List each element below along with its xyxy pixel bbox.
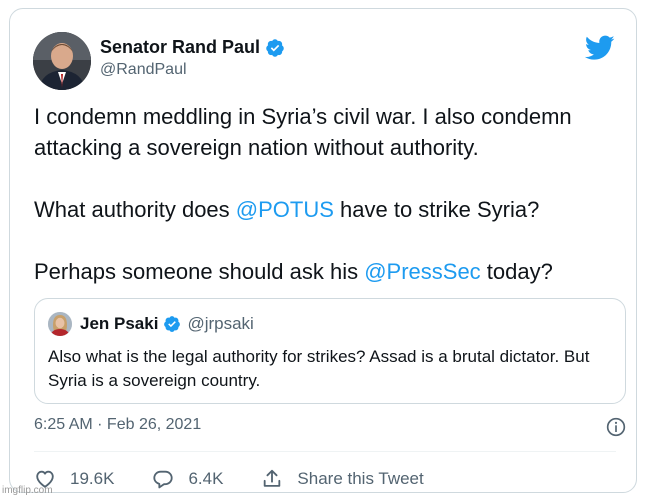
quoted-author-avatar (48, 312, 72, 336)
author-avatar[interactable] (33, 32, 91, 90)
actions-divider (34, 451, 616, 452)
quoted-text-body: Also what is the legal authority for str… (48, 347, 590, 390)
author-name-row: Senator Rand Paul (100, 37, 285, 58)
info-icon[interactable] (606, 417, 626, 437)
reply-count: 6.4K (188, 469, 224, 488)
tweet-paragraph-3: Perhaps someone should ask his @PressSec… (34, 256, 634, 287)
tweet-paragraph-2: What authority does @POTUS have to strik… (34, 194, 634, 225)
twitter-bird-icon[interactable] (585, 35, 615, 61)
reply-bubble-icon (153, 470, 174, 489)
quoted-tweet[interactable]: Jen Psaki @jrpsaki Also what is the lega… (34, 298, 626, 404)
quoted-author-avatar-image (48, 312, 72, 336)
tweet-paragraph-1: I condemn meddling in Syria’s civil war.… (34, 104, 572, 160)
like-count: 19.6K (70, 469, 115, 488)
quoted-author-name: Jen Psaki (80, 314, 159, 333)
action-bar: 19.6K 6.4K Share this Tweet (34, 468, 462, 490)
mention-potus-link[interactable]: @POTUS (236, 197, 334, 222)
verified-badge-icon (266, 38, 284, 57)
share-label: Share this Tweet (297, 469, 424, 488)
mention-presssec-link[interactable]: @PressSec (364, 259, 480, 284)
imgflip-watermark: imgflip.com (2, 485, 53, 496)
tweet-text: I condemn meddling in Syria’s civil war.… (34, 101, 634, 287)
share-icon (264, 469, 281, 487)
author-handle[interactable]: @RandPaul (100, 61, 187, 79)
share-button[interactable]: Share this Tweet (261, 468, 424, 490)
author-avatar-image (33, 32, 91, 90)
verified-badge-icon (164, 316, 181, 332)
tweet-text-segment: What authority does (34, 197, 236, 222)
author-name[interactable]: Senator Rand Paul (100, 37, 260, 58)
tweet-text-segment: today? (480, 259, 553, 284)
reply-button[interactable]: 6.4K (152, 468, 223, 490)
tweet-timestamp[interactable]: 6:25 AM · Feb 26, 2021 (34, 416, 201, 434)
tweet-text-segment: have to strike Syria? (333, 197, 540, 222)
quoted-author-handle: @jrpsaki (187, 314, 254, 333)
quoted-header: Jen Psaki @jrpsaki (80, 314, 254, 334)
tweet-card: Senator Rand Paul @RandPaul I condemn me… (9, 8, 637, 493)
tweet-text-segment: Perhaps someone should ask his (34, 259, 365, 284)
quoted-text: Also what is the legal authority for str… (48, 345, 608, 393)
